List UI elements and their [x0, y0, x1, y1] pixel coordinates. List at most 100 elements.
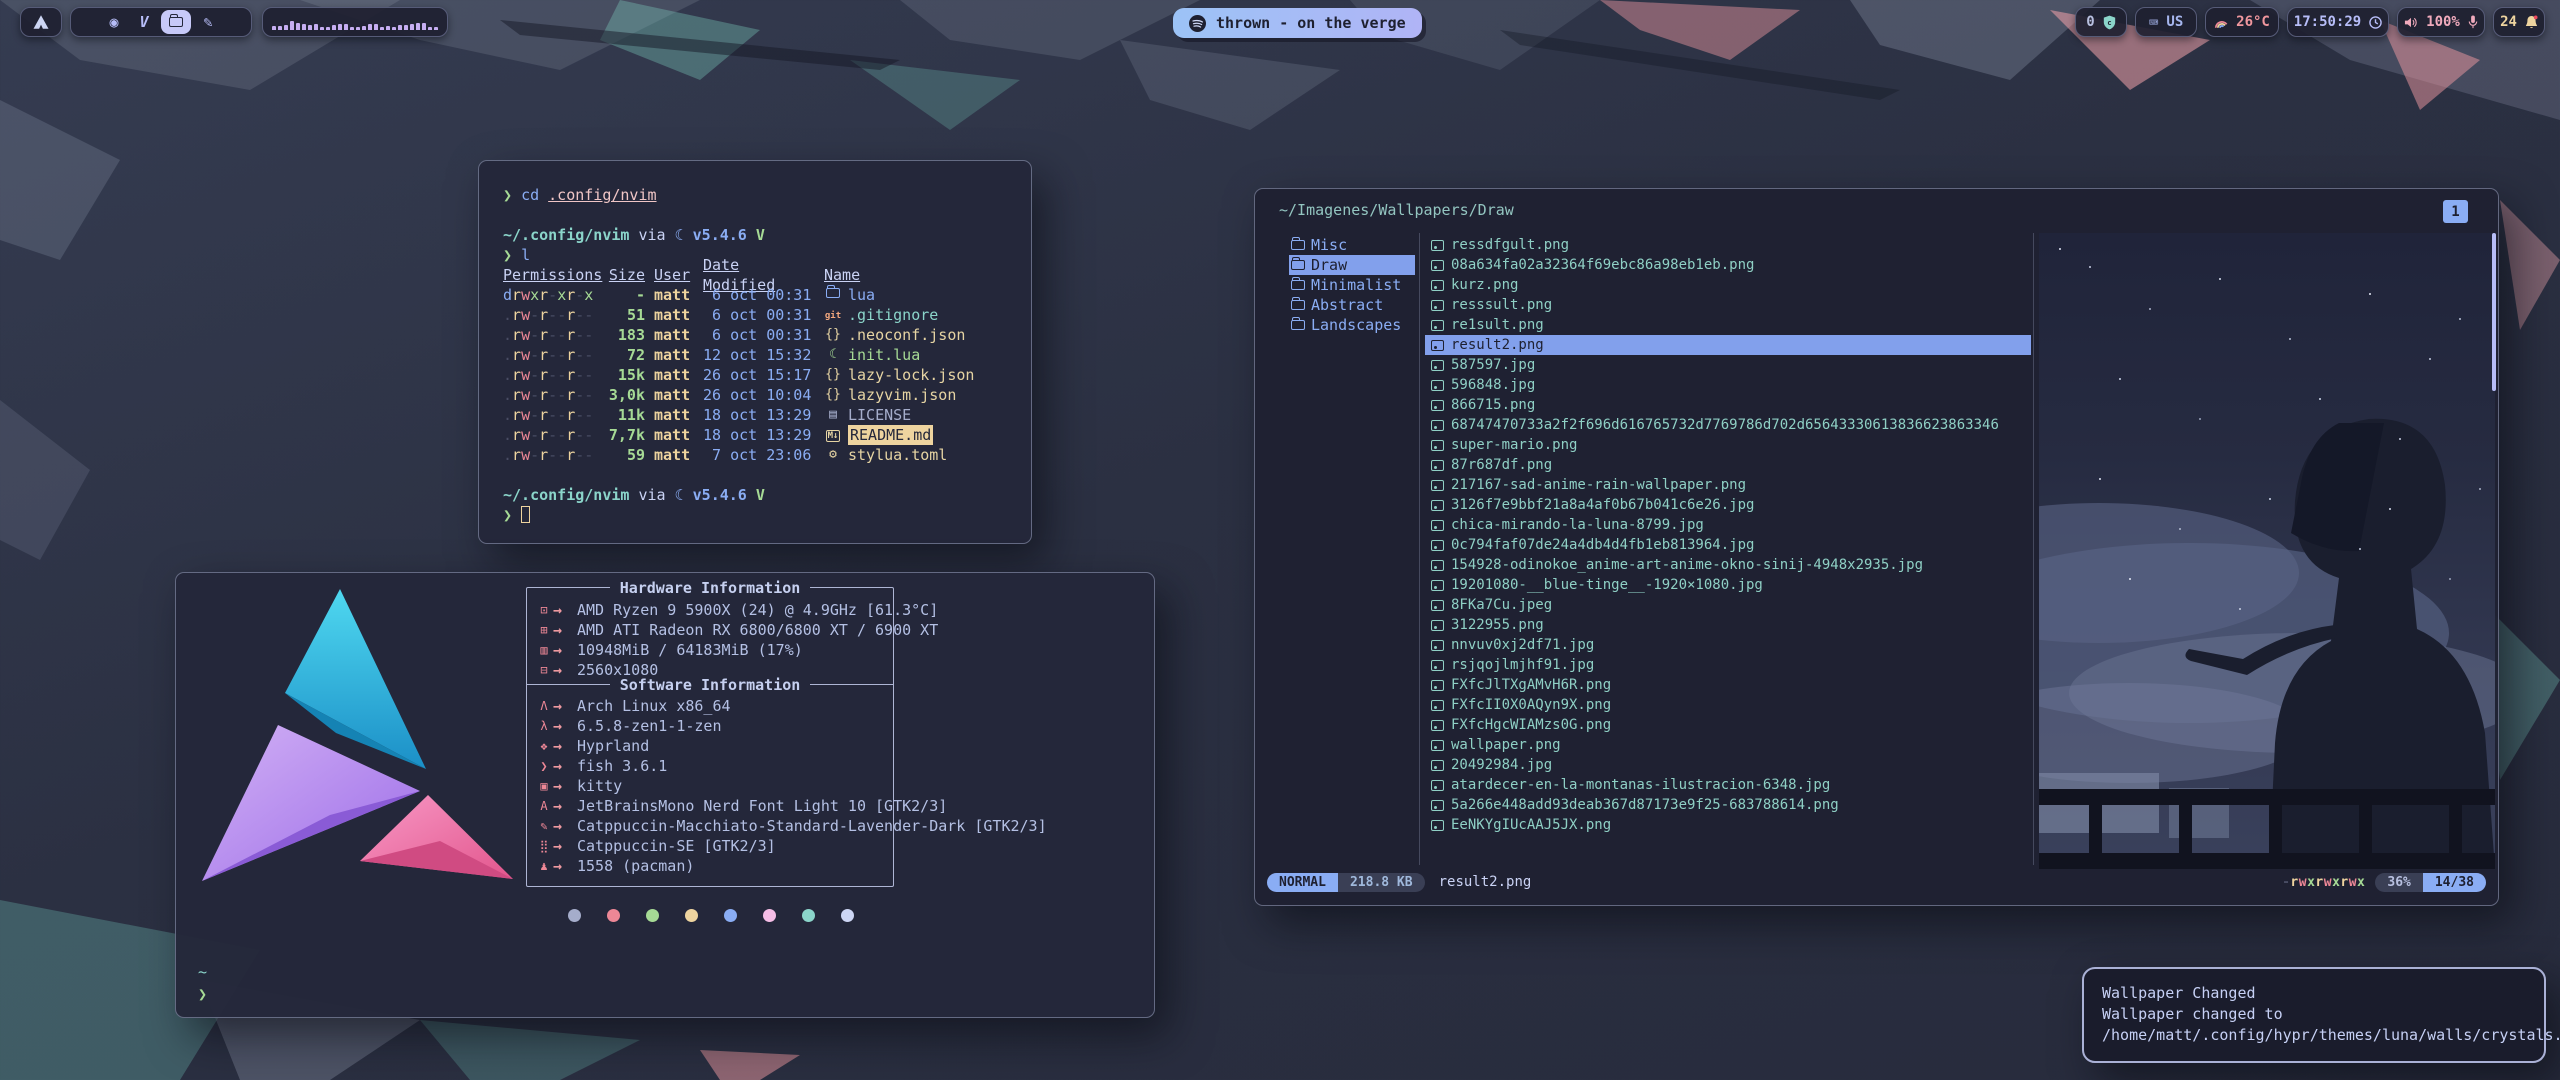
workspace-vim[interactable]: V	[131, 13, 157, 31]
keyboard-icon: ⌨	[2149, 13, 2159, 32]
workspaces-widget: ◉ V ✎	[70, 7, 252, 37]
file-row[interactable]: 3126f7e9bbf21a8a4af0b67b041c6e26.jpg	[1425, 495, 2031, 515]
file-row[interactable]: 19201080-__blue-tinge__-1920×1080.jpg	[1425, 575, 2031, 595]
file-type-icon	[824, 365, 842, 385]
sidebar-folder[interactable]: Landscapes	[1289, 315, 1415, 335]
file-row[interactable]: 3122955.png	[1425, 615, 2031, 635]
audio-widget[interactable]: 100%	[2397, 7, 2485, 37]
sidebar-folder[interactable]: Misc	[1289, 235, 1415, 255]
file-row[interactable]: 08a634fa02a32364f69ebc86a98eb1eb.png	[1425, 255, 2031, 275]
file-row[interactable]: result2.png	[1425, 335, 2031, 355]
file-manager-window[interactable]: ~/Imagenes/Wallpapers/Draw 1 Misc Draw M…	[1254, 188, 2499, 906]
image-file-icon	[1431, 780, 1444, 791]
image-file-icon	[1431, 560, 1444, 571]
volume-level: 100%	[2426, 14, 2460, 30]
file-row[interactable]: wallpaper.png	[1425, 735, 2031, 755]
file-owner: matt	[654, 285, 694, 305]
file-name: rsjqojlmjhf91.jpg	[1451, 657, 1594, 673]
fetch-value: AMD Ryzen 9 5900X (24) @ 4.9GHz [61.3°C]	[577, 601, 938, 619]
visualizer-widget[interactable]	[262, 7, 448, 37]
terminal-input-line[interactable]: ❯	[503, 505, 1031, 525]
file-name: .gitignore	[848, 305, 938, 325]
file-name: chica-mirando-la-luna-8799.jpg	[1451, 517, 1704, 533]
fetch-window[interactable]: Hardware Information ⊡ → AMD Ryzen 9 590…	[175, 572, 1155, 1018]
file-row[interactable]: ressdfgult.png	[1425, 235, 2031, 255]
file-row[interactable]: 8FKa7Cu.jpeg	[1425, 595, 2031, 615]
palette-dot	[841, 909, 854, 922]
file-row[interactable]: chica-mirando-la-luna-8799.jpg	[1425, 515, 2031, 535]
file-row[interactable]: 866715.png	[1425, 395, 2031, 415]
file-row[interactable]: FXfcHgcWIAMzs0G.png	[1425, 715, 2031, 735]
scrollbar[interactable]	[2492, 233, 2496, 391]
file-row[interactable]: super-mario.png	[1425, 435, 2031, 455]
weather-widget[interactable]: 26°C	[2205, 7, 2279, 37]
file-row[interactable]: 596848.jpg	[1425, 375, 2031, 395]
file-row[interactable]: 20492984.jpg	[1425, 755, 2031, 775]
fetch-value: Hyprland	[577, 737, 649, 755]
file-name: stylua.toml	[848, 445, 947, 465]
file-name: FXfcHgcWIAMzs0G.png	[1451, 717, 1611, 733]
file-row[interactable]: 154928-odinokoe_anime-art-anime-okno-sin…	[1425, 555, 2031, 575]
file-row[interactable]: 0c794faf07de24a4db4d4fb1eb813964.jpg	[1425, 535, 2031, 555]
workspace-firefox[interactable]: ◉	[101, 13, 127, 31]
image-file-icon	[1431, 600, 1444, 611]
file-row[interactable]: 87r687df.png	[1425, 455, 2031, 475]
file-row[interactable]: FXfcJlTXgAMvH6R.png	[1425, 675, 2031, 695]
arrow-icon: →	[553, 621, 577, 639]
notifications-widget[interactable]: 24	[2493, 7, 2545, 37]
music-title: thrown - on the verge	[1216, 14, 1406, 32]
lua-version: v5.4.6	[693, 226, 747, 244]
file-name: super-mario.png	[1451, 437, 1577, 453]
color-palette	[568, 909, 854, 922]
shell-prompt[interactable]: ❯	[198, 985, 207, 1003]
file-row[interactable]: FXfcII0X0AQyn9X.png	[1425, 695, 2031, 715]
workspace-paint[interactable]: ✎	[195, 13, 221, 31]
icon-theme-icon: ⣿	[527, 839, 553, 853]
sidebar-folder[interactable]: Minimalist	[1289, 275, 1415, 295]
workspace-files-active[interactable]	[161, 10, 191, 34]
updates-widget[interactable]: 0 c	[2075, 7, 2127, 37]
file-permissions: .rw-r--r--	[503, 305, 599, 325]
image-file-icon	[1431, 380, 1444, 391]
file-row[interactable]: nnvuv0xj2df71.jpg	[1425, 635, 2031, 655]
file-row[interactable]: resssult.png	[1425, 295, 2031, 315]
cwd-path: ~/.config/nvim	[503, 226, 629, 244]
file-row[interactable]: 217167-sad-anime-rain-wallpaper.png	[1425, 475, 2031, 495]
font-icon: A	[527, 799, 553, 813]
spotify-icon	[1189, 15, 1206, 32]
file-row[interactable]: kurz.png	[1425, 275, 2031, 295]
music-widget[interactable]: thrown - on the verge	[1173, 8, 1422, 38]
sidebar-folder[interactable]: Abstract	[1289, 295, 1415, 315]
file-name: 87r687df.png	[1451, 457, 1552, 473]
sidebar-folder[interactable]: Draw	[1289, 255, 1415, 275]
file-row[interactable]: 5a266e448add93deab367d87173e9f25-6837886…	[1425, 795, 2031, 815]
file-size: 183	[599, 325, 645, 345]
file-row[interactable]: EeNKYgIUcAAJ5JX.png	[1425, 815, 2031, 835]
file-date: 6 oct 00:31	[703, 325, 815, 345]
tab-badge[interactable]: 1	[2443, 200, 2468, 223]
arrow-icon: →	[553, 837, 577, 855]
keyboard-layout-widget[interactable]: ⌨ US	[2135, 7, 2197, 37]
stars	[2059, 248, 2061, 250]
launcher-button[interactable]	[20, 7, 62, 37]
memory-icon: ▥	[527, 643, 553, 657]
gpu-icon: ⊞	[527, 623, 553, 637]
shell-icon: ❯	[527, 759, 553, 773]
file-row[interactable]: 68747470733a2f2f696d616765732d7769786d70…	[1425, 415, 2031, 435]
file-permissions: .rw-r--r--	[503, 445, 599, 465]
image-file-icon	[1431, 340, 1444, 351]
file-name: atardecer-en-la-montanas-ilustracion-634…	[1451, 777, 1830, 793]
folder-icon	[1291, 320, 1305, 330]
file-row[interactable]: rsjqojlmjhf91.jpg	[1425, 655, 2031, 675]
image-file-icon	[1431, 480, 1444, 491]
file-name: README.md	[848, 425, 933, 445]
clock-widget[interactable]: 17:50:29	[2287, 7, 2389, 37]
file-row[interactable]: re1sult.png	[1425, 315, 2031, 335]
command-arg: .config/nvim	[548, 186, 656, 204]
notification-toast[interactable]: Wallpaper Changed Wallpaper changed to /…	[2082, 967, 2546, 1063]
cursor-position: 14/38	[2423, 873, 2486, 892]
terminal-window[interactable]: ❯ cd .config/nvim ~/.config/nvim via ☾ v…	[478, 160, 1032, 544]
file-row[interactable]: atardecer-en-la-montanas-ilustracion-634…	[1425, 775, 2031, 795]
file-row[interactable]: 587597.jpg	[1425, 355, 2031, 375]
image-file-icon	[1431, 740, 1444, 751]
